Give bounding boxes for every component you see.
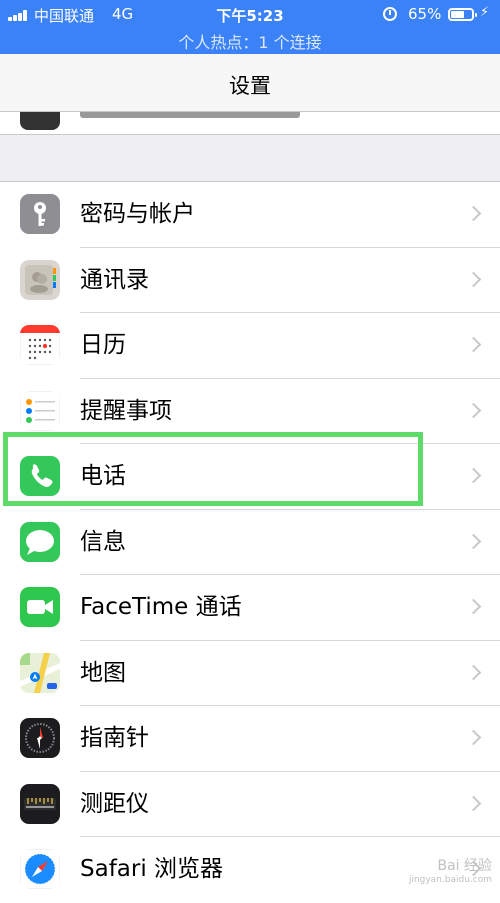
settings-row-facetime[interactable]: FaceTime 通话 (0, 575, 500, 641)
settings-row-messages[interactable]: 信息 (0, 510, 500, 575)
facetime-icon (20, 587, 60, 627)
maps-icon (20, 652, 60, 693)
row-label: 指南针 (80, 725, 149, 751)
chevron-right-icon (465, 729, 482, 746)
settings-row-contacts[interactable]: 通讯录 (0, 248, 500, 313)
status-bar: 中国联通 4G 下午5:23 65% ⚡ 个人热点：1 个连接 (0, 0, 500, 54)
calendar-icon (20, 325, 60, 365)
messages-icon (20, 521, 60, 562)
page-title: 设置 (229, 74, 271, 98)
reminders-icon (20, 390, 60, 431)
compass-icon (20, 718, 60, 758)
navigation-bar: 设置 (0, 54, 500, 112)
row-label: 测距仪 (80, 790, 149, 817)
alarm-icon (383, 7, 397, 21)
chevron-right-icon (465, 664, 482, 680)
hidden-row-label (80, 112, 300, 118)
safari-icon (20, 849, 60, 889)
row-label: 日历 (80, 332, 126, 358)
chevron-right-icon (465, 336, 482, 353)
hotspot-banner[interactable]: 个人热点：1 个连接 (0, 29, 500, 53)
partially-hidden-row (0, 112, 500, 135)
battery-percent: 65% (408, 5, 442, 23)
charging-bolt-icon: ⚡ (480, 5, 490, 20)
row-label: 地图 (80, 659, 126, 686)
chevron-right-icon (465, 533, 482, 549)
key-icon (20, 194, 60, 234)
watermark-text: Bai 经验 (437, 858, 492, 874)
chevron-right-icon (465, 598, 482, 615)
hidden-row-icon (20, 112, 60, 130)
settings-row-compass[interactable]: 指南针 (0, 706, 500, 772)
settings-list: 密码与帐户 通讯录 日历 提醒事项 电话 信息 FaceTime 通话 地图 指… (0, 181, 500, 903)
highlight-frame (3, 432, 423, 506)
measure-icon (20, 783, 60, 824)
settings-row-passwords-accounts[interactable]: 密码与帐户 (0, 182, 500, 248)
row-label: FaceTime 通话 (80, 594, 242, 620)
chevron-right-icon (465, 205, 482, 222)
battery-icon (448, 8, 477, 21)
chevron-right-icon (465, 795, 482, 811)
chevron-right-icon (465, 402, 482, 418)
chevron-right-icon (465, 467, 482, 484)
contacts-icon (20, 259, 60, 300)
row-label: Safari 浏览器 (80, 856, 224, 882)
watermark-url: jingyan.baidu.com (408, 875, 492, 885)
settings-row-measure[interactable]: 测距仪 (0, 772, 500, 837)
watermark: Bai 经验 jingyan.baidu.com (409, 855, 492, 885)
settings-row-maps[interactable]: 地图 (0, 641, 500, 706)
row-label: 密码与帐户 (80, 201, 195, 227)
row-label: 通讯录 (80, 266, 149, 293)
chevron-right-icon (465, 271, 482, 287)
settings-row-calendar[interactable]: 日历 (0, 313, 500, 379)
row-label: 信息 (80, 528, 126, 555)
